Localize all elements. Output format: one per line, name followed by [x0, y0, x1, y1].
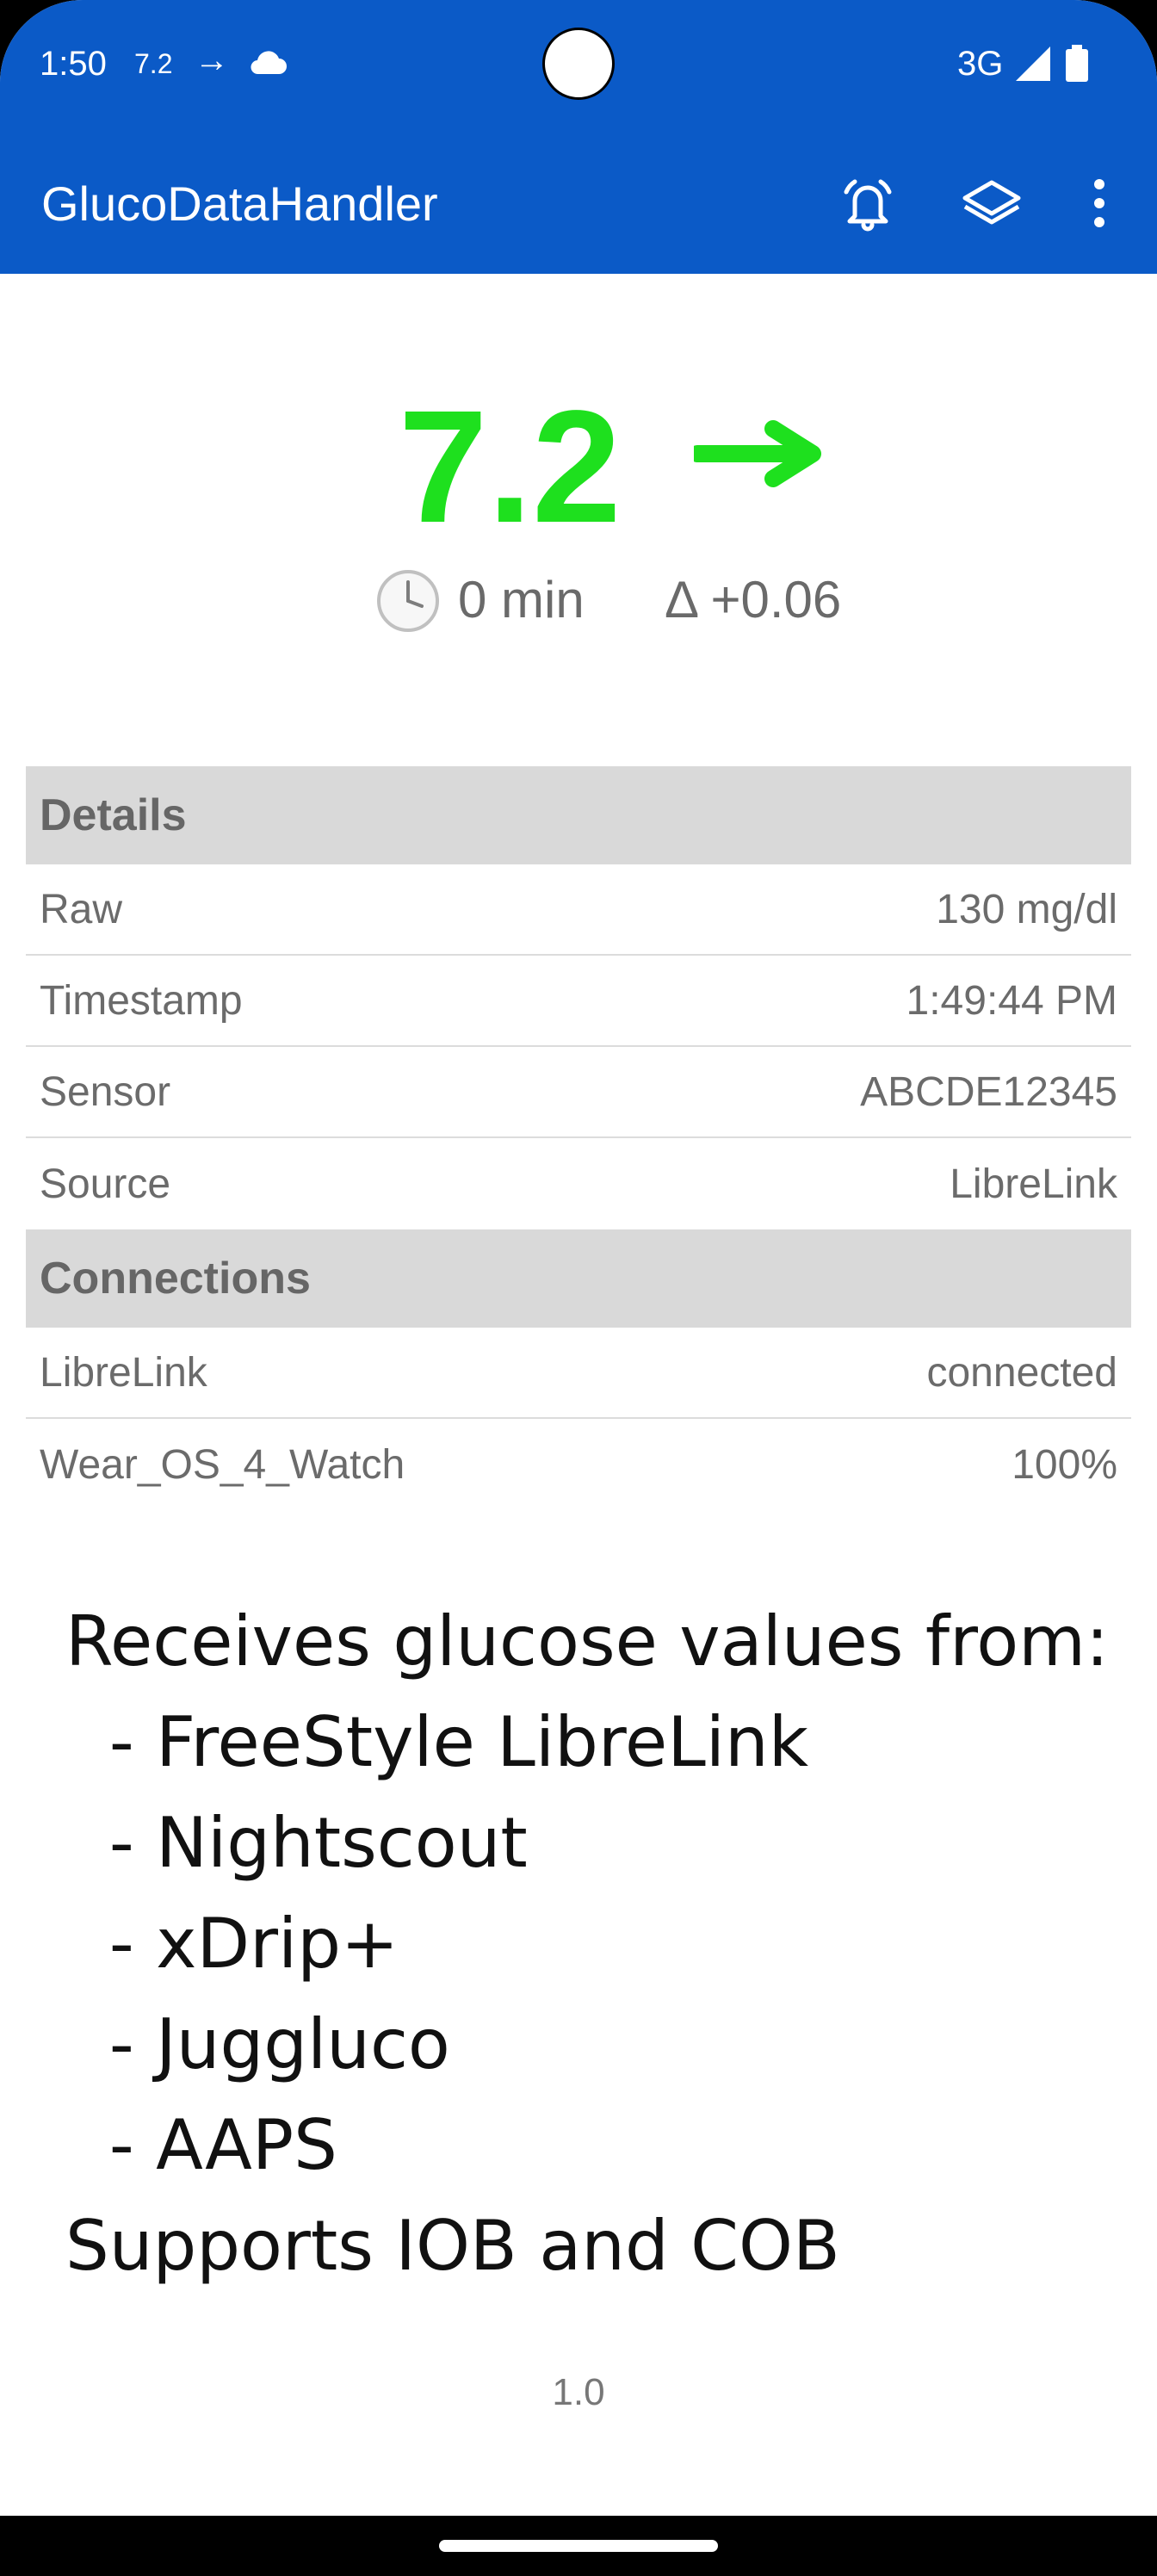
network-type: 3G [957, 45, 1004, 83]
bell-icon[interactable] [835, 170, 900, 236]
cloud-icon [248, 50, 288, 80]
details-row-source: Source LibreLink [26, 1138, 1131, 1229]
status-trend-arrow: → [195, 41, 229, 79]
glucose-value: 7.2 [399, 378, 622, 556]
row-label: Timestamp [40, 977, 243, 1024]
connection-row-watch[interactable]: Wear_OS_4_Watch 100% [26, 1419, 1131, 1510]
row-value: 1:49:44 PM [906, 977, 1117, 1024]
app-bar: 1:50 7.2 → 3G GlucoDataHandler [0, 0, 1157, 274]
status-glucose-value: 7.2 [134, 48, 173, 79]
details-row-sensor: Sensor ABCDE12345 [26, 1047, 1131, 1138]
row-value: LibreLink [950, 1161, 1117, 1207]
battery-icon [1064, 45, 1090, 87]
signal-icon [1014, 45, 1052, 87]
status-time: 1:50 [40, 45, 107, 83]
row-label: Wear_OS_4_Watch [40, 1441, 405, 1488]
connection-row-librelink[interactable]: LibreLink connected [26, 1328, 1131, 1419]
camera-cutout [542, 28, 615, 100]
row-label: Raw [40, 886, 123, 932]
row-label: LibreLink [40, 1349, 207, 1396]
glucose-delta: Δ +0.06 [665, 571, 842, 629]
row-value: connected [926, 1349, 1117, 1396]
more-vert-icon[interactable] [1067, 170, 1131, 236]
app-screen: 1:50 7.2 → 3G GlucoDataHandler 7.2 0 min… [0, 0, 1157, 2576]
clock-icon [375, 568, 441, 638]
home-gesture-handle[interactable] [439, 2540, 718, 2552]
details-header: Details [26, 766, 1131, 864]
row-label: Source [40, 1161, 171, 1207]
details-row-raw: Raw 130 mg/dl [26, 864, 1131, 956]
info-text: Receives glucose values from: - FreeStyl… [65, 1601, 1110, 2286]
connections-header: Connections [26, 1229, 1131, 1328]
version-label: 1.0 [552, 2371, 605, 2413]
app-title: GlucoDataHandler [41, 176, 438, 231]
details-row-timestamp: Timestamp 1:49:44 PM [26, 956, 1131, 1047]
toolbar: GlucoDataHandler [0, 146, 1157, 258]
layers-icon[interactable] [959, 170, 1024, 236]
row-value: ABCDE12345 [860, 1068, 1117, 1115]
glucose-age: 0 min [458, 571, 585, 629]
row-value: 130 mg/dl [936, 886, 1117, 932]
details-table: Details Raw 130 mg/dl Timestamp 1:49:44 … [26, 766, 1131, 1510]
row-value: 100% [1012, 1441, 1117, 1488]
trend-arrow-icon [689, 415, 832, 497]
row-label: Sensor [40, 1068, 171, 1115]
